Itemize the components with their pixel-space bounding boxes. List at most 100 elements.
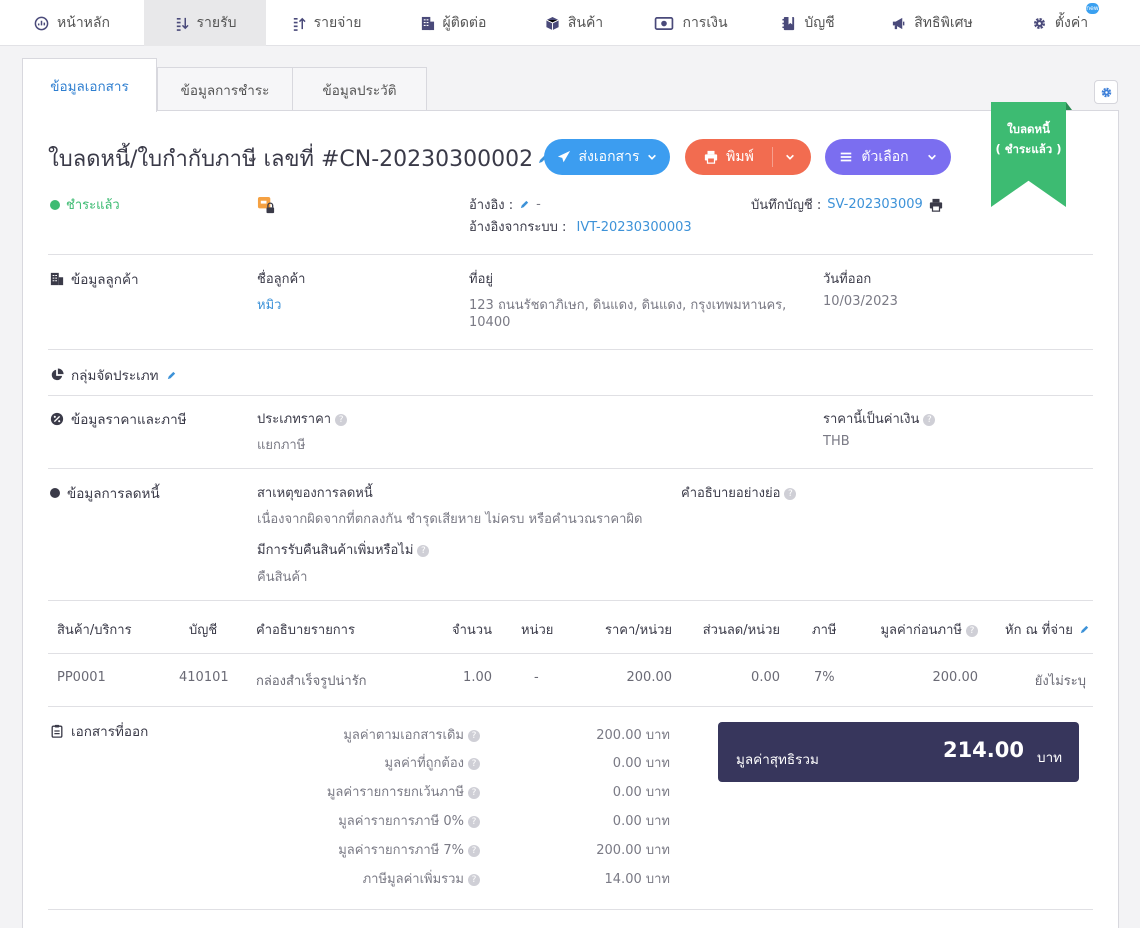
divider — [48, 909, 1093, 910]
help-icon[interactable]: ? — [468, 730, 480, 742]
ribbon-fold — [1066, 102, 1072, 110]
settings-gear-icon — [1033, 17, 1045, 29]
label-text: คำอธิบายอย่างย่อ — [681, 486, 781, 501]
nav-item-settings[interactable]: ตั้งค่า new — [1002, 0, 1118, 46]
summary-value: 200.00 บาท — [596, 843, 670, 858]
header-quantity: จำนวน — [452, 623, 492, 638]
row-description: กล่องสำเร็จรูปน่ารัก — [256, 674, 367, 689]
summary-value: 14.00 บาท — [604, 872, 670, 887]
label-text: ประเภทราคา — [257, 412, 332, 427]
nav-item-accounting[interactable]: บัญชี — [754, 0, 862, 46]
document-title: ใบลดหนี้/ใบกำกับภาษี เลขที่ #CN-20230300… — [48, 147, 534, 172]
label-text: มีการรับคืนสินค้าเพิ่มหรือไม่ — [257, 543, 414, 558]
options-button[interactable]: ตัวเลือก — [825, 139, 951, 175]
money-icon — [655, 16, 674, 30]
issued-docs-section-title: เอกสารที่ออก — [50, 720, 148, 742]
locked-document-icon — [257, 196, 276, 219]
summary-label: มูลค่ารายการยกเว้นภาษี? — [250, 781, 480, 802]
button-label: ตัวเลือก — [861, 149, 909, 165]
journal-link[interactable]: SV-202303009 — [827, 197, 923, 212]
header-discount: ส่วนลด/หน่วย — [702, 623, 780, 638]
nav-item-products[interactable]: สินค้า — [520, 0, 628, 46]
tab-document-info[interactable]: ข้อมูลเอกสาร — [22, 58, 157, 112]
print-button[interactable]: พิมพ์ — [685, 139, 811, 175]
help-icon[interactable]: ? — [784, 488, 797, 500]
nav-label: การเงิน — [682, 15, 728, 31]
system-reference-link[interactable]: IVT-20230300003 — [577, 220, 692, 235]
summary-label: ภาษีมูลค่าเพิ่มรวม? — [250, 868, 480, 889]
tab-history-info[interactable]: ข้อมูลประวัติ — [292, 67, 427, 111]
label-text: มูลค่ารายการภาษี 0% — [338, 814, 464, 829]
product-box-icon — [546, 16, 559, 30]
help-icon[interactable]: ? — [468, 758, 480, 770]
chevron-down-icon[interactable] — [785, 152, 795, 162]
help-icon[interactable]: ? — [468, 845, 480, 857]
help-icon[interactable]: ? — [966, 625, 978, 637]
edit-reference-pencil-icon[interactable] — [519, 199, 530, 210]
send-document-button[interactable]: ส่งเอกสาร — [544, 139, 670, 175]
layout-settings-button[interactable] — [1094, 80, 1118, 104]
nav-item-finance[interactable]: การเงิน — [628, 0, 754, 46]
pie-chart-icon — [51, 368, 64, 381]
chevron-down-icon — [648, 154, 657, 160]
print-journal-icon[interactable] — [929, 198, 943, 212]
edit-withholding-pencil-icon[interactable] — [1079, 624, 1090, 635]
help-icon[interactable]: ? — [468, 874, 480, 886]
section-label: ข้อมูลการลดหนี้ — [67, 486, 160, 502]
status-dot — [50, 199, 60, 210]
customer-name-link[interactable]: หมิว — [257, 294, 281, 315]
header-account: บัญชี — [189, 623, 218, 638]
reference-row: อ้างอิง : - — [469, 194, 541, 215]
section-label: ข้อมูลราคาและภาษี — [71, 412, 187, 428]
nav-item-home[interactable]: หน้าหลัก — [0, 0, 144, 46]
label-text: หัก ณ ที่จ่าย — [1005, 623, 1073, 638]
nav-label: บัญชี — [804, 15, 835, 31]
new-badge: new — [1086, 3, 1099, 14]
help-icon[interactable]: ? — [417, 545, 430, 557]
building-icon — [50, 272, 64, 286]
button-label: พิมพ์ — [726, 149, 754, 165]
menu-lines-icon — [841, 152, 852, 162]
header-unit: หน่วย — [521, 623, 554, 638]
divider — [48, 600, 1093, 601]
nav-label: ตั้งค่า — [1054, 15, 1089, 31]
button-label: ส่งเอกสาร — [578, 149, 640, 165]
header-description: คำอธิบายรายการ — [256, 623, 355, 638]
page-title: ใบลดหนี้/ใบกำกับภาษี เลขที่ #CN-20230300… — [48, 141, 549, 176]
system-reference-label: อ้างอิงจากระบบ : — [469, 220, 567, 235]
nav-item-privileges[interactable]: สิทธิพิเศษ — [862, 0, 1002, 46]
row-vat: 7% — [814, 670, 835, 685]
help-icon[interactable]: ? — [468, 816, 480, 828]
ribbon-status: ( ชำระแล้ว ) — [995, 142, 1062, 156]
help-icon[interactable]: ? — [335, 414, 348, 426]
system-reference-row: อ้างอิงจากระบบ : IVT-20230300003 — [469, 216, 692, 237]
help-icon[interactable]: ? — [468, 787, 480, 799]
row-product-link[interactable]: PP0001 — [57, 670, 106, 685]
edit-group-pencil-icon[interactable] — [166, 370, 177, 381]
divider — [48, 468, 1093, 469]
summary-value: 0.00 บาท — [612, 785, 670, 800]
nav-item-income[interactable]: รายรับ — [144, 0, 266, 46]
chevron-down-icon — [927, 154, 936, 160]
summary-label: มูลค่าตามเอกสารเดิม? — [250, 724, 480, 745]
journal-label: บันทึกบัญชี : — [751, 198, 822, 213]
label-text: ราคานี้เป็นค่าเงิน — [823, 412, 920, 427]
price-type-label: ประเภทราคา? — [257, 408, 348, 429]
status-text: ชำระแล้ว — [66, 198, 120, 213]
account-book-icon — [782, 16, 795, 30]
label-text: มูลค่ารายการภาษี 7% — [338, 843, 464, 858]
pricing-section-title: ข้อมูลราคาและภาษี — [50, 408, 187, 430]
net-total-box: มูลค่าสุทธิรวม 214.00 บาท — [718, 722, 1079, 782]
label-text: ภาษีมูลค่าเพิ่มรวม — [362, 872, 464, 887]
tab-payment-info[interactable]: ข้อมูลการชำระ — [157, 67, 293, 111]
nav-label: รายรับ — [196, 15, 237, 31]
summary-label: มูลค่ารายการภาษี 0%? — [250, 810, 480, 831]
group-section-title: กลุ่มจัดประเภท — [50, 364, 177, 386]
help-icon[interactable]: ? — [923, 414, 936, 426]
nav-item-contacts[interactable]: ผู้ติดต่อ — [386, 0, 520, 46]
nav-item-expense[interactable]: รายจ่าย — [266, 0, 386, 46]
label-text: มูลค่าตามเอกสารเดิม — [343, 728, 464, 743]
dot-icon — [50, 488, 60, 498]
net-total-value: 214.00 — [942, 738, 1024, 762]
issue-date-label: วันที่ออก — [823, 272, 872, 287]
